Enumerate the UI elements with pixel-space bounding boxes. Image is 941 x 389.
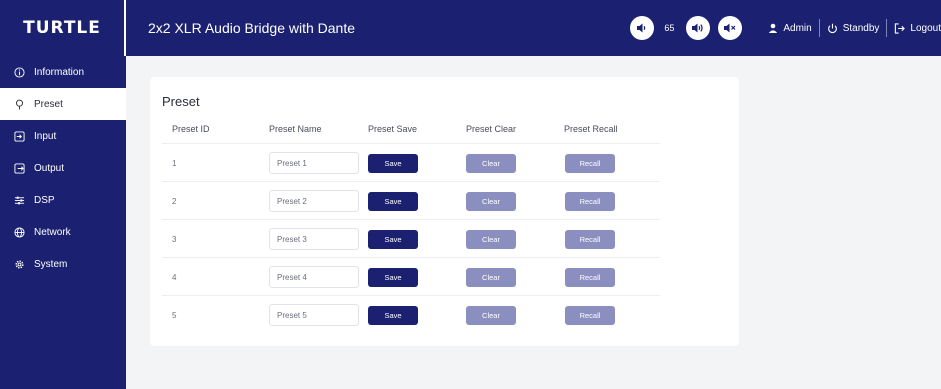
recall-button[interactable]: Recall (565, 268, 615, 287)
sidebar: Information Preset Input Output DSP Netw… (0, 56, 126, 389)
brand-logo: TURTLE (0, 0, 126, 56)
volume-up-button[interactable] (686, 16, 711, 40)
sidebar-item-label: System (34, 258, 68, 270)
info-icon (14, 66, 25, 78)
preset-id: 1 (172, 159, 177, 168)
sidebar-item-dsp[interactable]: DSP (0, 184, 126, 216)
preset-name-input[interactable]: Preset 4 (269, 266, 359, 288)
clear-button[interactable]: Clear (466, 268, 516, 287)
clear-button[interactable]: Clear (466, 306, 516, 325)
volume-down-icon (637, 23, 646, 33)
mute-icon (724, 23, 736, 33)
sidebar-item-information[interactable]: Information (0, 56, 126, 88)
user-area: Admin Standby Logout (768, 19, 941, 37)
input-icon (14, 130, 25, 142)
logout-label: Logout (910, 22, 941, 34)
recall-button[interactable]: Recall (565, 192, 615, 211)
save-button[interactable]: Save (368, 154, 418, 173)
sidebar-item-preset[interactable]: Preset (0, 88, 126, 120)
table-row: 4 Preset 4 Save Clear Recall (162, 257, 660, 295)
table-row: 5 Preset 5 Save Clear Recall (162, 295, 660, 333)
logout-icon (895, 22, 906, 34)
save-button[interactable]: Save (368, 230, 418, 249)
divider (818, 19, 820, 37)
page-title: Preset (162, 94, 200, 109)
recall-button[interactable]: Recall (565, 154, 615, 173)
gear-icon (15, 259, 24, 269)
volume-up-icon (692, 23, 704, 33)
top-right-controls: 65 Admin Standby Logout (630, 0, 941, 56)
column-header-preset-recall: Preset Recall (564, 124, 618, 134)
sidebar-item-input[interactable]: Input (0, 120, 126, 152)
table-row: 3 Preset 3 Save Clear Recall (162, 219, 660, 257)
sidebar-item-system[interactable]: System (0, 248, 126, 280)
table-row: 2 Preset 2 Save Clear Recall (162, 181, 660, 219)
sidebar-item-network[interactable]: Network (0, 216, 126, 248)
sidebar-item-label: Output (34, 162, 65, 174)
save-button[interactable]: Save (368, 306, 418, 325)
recall-button[interactable]: Recall (565, 306, 615, 325)
preset-name-input[interactable]: Preset 3 (269, 228, 359, 250)
admin-user[interactable]: Admin (768, 22, 812, 34)
sidebar-item-output[interactable]: Output (0, 152, 126, 184)
preset-id: 5 (172, 311, 177, 320)
output-icon (14, 162, 25, 174)
power-icon (827, 23, 837, 33)
standby-button[interactable]: Standby (827, 22, 880, 34)
mute-button[interactable] (718, 16, 743, 40)
preset-name-input[interactable]: Preset 5 (269, 304, 359, 326)
preset-name-input[interactable]: Preset 1 (269, 152, 359, 174)
sidebar-item-label: DSP (34, 194, 55, 206)
column-header-preset-id: Preset ID (172, 124, 210, 134)
preset-id: 2 (172, 197, 177, 206)
sidebar-item-label: Network (34, 226, 71, 238)
clear-button[interactable]: Clear (466, 154, 516, 173)
column-header-preset-clear: Preset Clear (466, 124, 517, 134)
sidebar-item-label: Preset (34, 98, 63, 110)
clear-button[interactable]: Clear (466, 230, 516, 249)
table-row: 1 Preset 1 Save Clear Recall (162, 143, 660, 181)
volume-value: 65 (664, 23, 675, 33)
recall-button[interactable]: Recall (565, 230, 615, 249)
pin-icon (16, 99, 23, 110)
preset-id: 4 (172, 273, 177, 282)
preset-name-input[interactable]: Preset 2 (269, 190, 359, 212)
sidebar-item-label: Input (34, 130, 57, 142)
save-button[interactable]: Save (368, 268, 418, 287)
sliders-icon (14, 196, 25, 204)
volume-down-button[interactable] (630, 16, 655, 40)
admin-label: Admin (783, 22, 812, 34)
divider (886, 19, 888, 37)
globe-icon (14, 226, 25, 238)
app-title: 2x2 XLR Audio Bridge with Dante (148, 20, 356, 36)
column-header-preset-name: Preset Name (269, 124, 322, 134)
column-header-preset-save: Preset Save (368, 124, 418, 134)
user-icon (769, 23, 778, 33)
logout-button[interactable]: Logout (894, 23, 941, 34)
clear-button[interactable]: Clear (466, 192, 516, 211)
top-bar: TURTLE 2x2 XLR Audio Bridge with Dante 6… (0, 0, 941, 56)
preset-card: Preset Preset ID Preset Name Preset Save… (150, 77, 739, 346)
preset-id: 3 (172, 235, 177, 244)
standby-label: Standby (842, 22, 880, 34)
sidebar-item-label: Information (34, 66, 85, 78)
save-button[interactable]: Save (368, 192, 418, 211)
